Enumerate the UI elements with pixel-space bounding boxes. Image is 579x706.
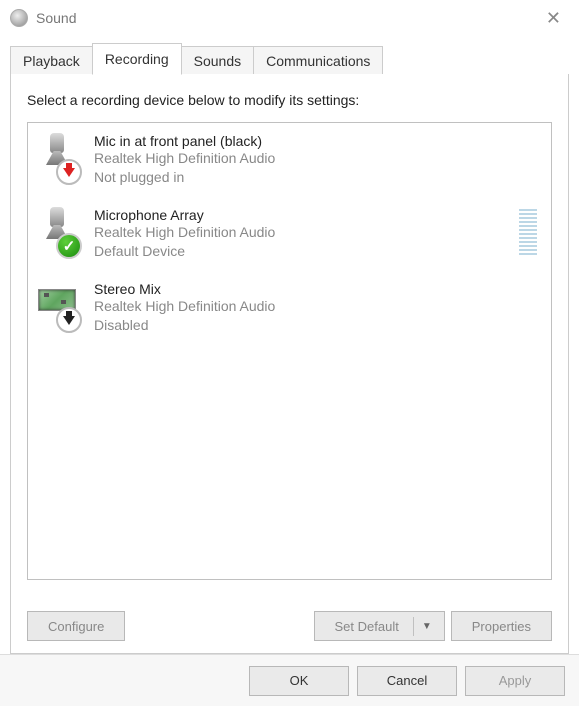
device-row[interactable]: Stereo Mix Realtek High Definition Audio… bbox=[28, 271, 551, 345]
set-default-label: Set Default bbox=[335, 619, 399, 634]
disabled-badge-icon bbox=[56, 307, 82, 333]
chevron-down-icon[interactable]: ▼ bbox=[413, 617, 438, 636]
device-driver: Realtek High Definition Audio bbox=[94, 223, 519, 242]
tab-sounds[interactable]: Sounds bbox=[181, 46, 254, 75]
microphone-icon bbox=[38, 131, 84, 187]
device-name: Mic in at front panel (black) bbox=[94, 133, 541, 149]
dialog-button-row: OK Cancel Apply bbox=[0, 654, 579, 706]
panel-button-row: Configure Set Default ▼ Properties bbox=[27, 611, 552, 641]
device-info: Microphone Array Realtek High Definition… bbox=[94, 205, 519, 261]
set-default-button[interactable]: Set Default ▼ bbox=[314, 611, 445, 641]
level-meter-icon bbox=[519, 209, 537, 255]
configure-button[interactable]: Configure bbox=[27, 611, 125, 641]
sound-app-icon bbox=[10, 9, 28, 27]
apply-button[interactable]: Apply bbox=[465, 666, 565, 696]
instruction-text: Select a recording device below to modif… bbox=[27, 92, 552, 108]
device-row[interactable]: Mic in at front panel (black) Realtek Hi… bbox=[28, 123, 551, 197]
ok-button[interactable]: OK bbox=[249, 666, 349, 696]
tab-playback[interactable]: Playback bbox=[10, 46, 93, 75]
titlebar: Sound ✕ bbox=[0, 0, 579, 36]
default-badge-icon bbox=[56, 233, 82, 259]
tab-communications[interactable]: Communications bbox=[253, 46, 383, 75]
close-icon[interactable]: ✕ bbox=[536, 4, 571, 33]
device-status: Not plugged in bbox=[94, 168, 541, 187]
tab-recording[interactable]: Recording bbox=[92, 43, 182, 75]
device-driver: Realtek High Definition Audio bbox=[94, 297, 541, 316]
recording-panel: Select a recording device below to modif… bbox=[10, 74, 569, 654]
device-status: Default Device bbox=[94, 242, 519, 261]
device-row[interactable]: Microphone Array Realtek High Definition… bbox=[28, 197, 551, 271]
device-info: Mic in at front panel (black) Realtek Hi… bbox=[94, 131, 541, 187]
device-name: Microphone Array bbox=[94, 207, 519, 223]
unplugged-badge-icon bbox=[56, 159, 82, 185]
cancel-button[interactable]: Cancel bbox=[357, 666, 457, 696]
device-driver: Realtek High Definition Audio bbox=[94, 149, 541, 168]
device-status: Disabled bbox=[94, 316, 541, 335]
soundcard-icon bbox=[38, 279, 84, 335]
window-title: Sound bbox=[36, 10, 536, 26]
tab-strip: Playback Recording Sounds Communications bbox=[10, 42, 569, 75]
device-name: Stereo Mix bbox=[94, 281, 541, 297]
microphone-icon bbox=[38, 205, 84, 261]
device-list[interactable]: Mic in at front panel (black) Realtek Hi… bbox=[27, 122, 552, 580]
device-info: Stereo Mix Realtek High Definition Audio… bbox=[94, 279, 541, 335]
properties-button[interactable]: Properties bbox=[451, 611, 552, 641]
